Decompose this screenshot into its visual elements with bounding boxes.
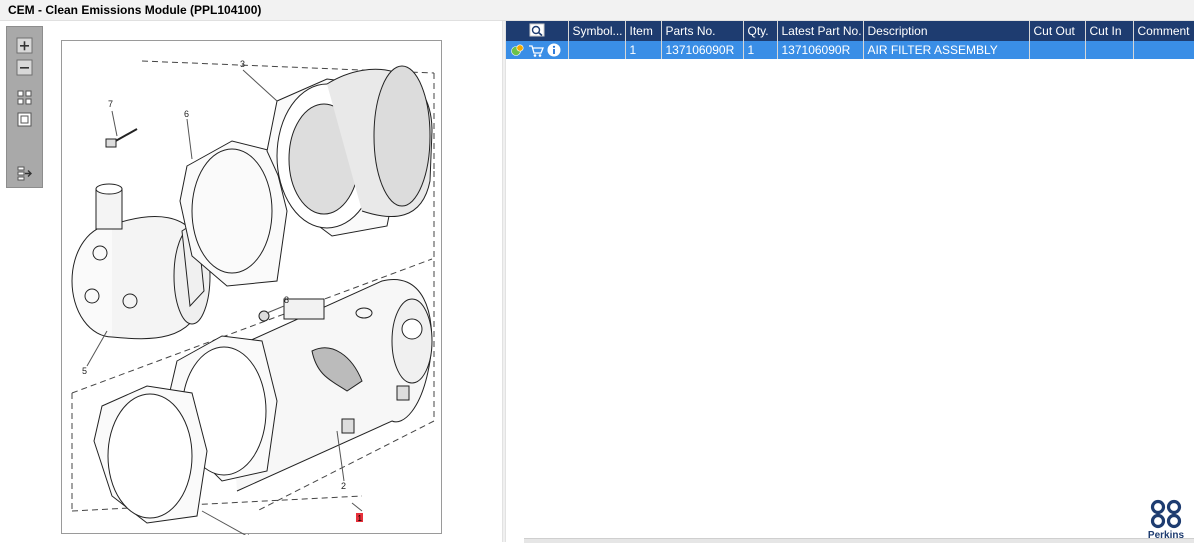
cell-cut-out — [1029, 41, 1086, 59]
col-header-symbol[interactable]: Symbol... — [568, 21, 626, 41]
diagram-canvas: 3 6 7 8 5 2 4 1 — [71, 59, 435, 535]
callout-4: 4 — [245, 533, 250, 535]
horizontal-scrollbar[interactable] — [524, 538, 1194, 543]
col-header-qty[interactable]: Qty. — [743, 21, 778, 41]
brand-name: Perkins — [1147, 530, 1185, 541]
window-title: CEM - Clean Emissions Module (PPL104100) — [8, 3, 262, 17]
export-list-icon[interactable] — [16, 165, 33, 182]
cell-latest-part-no: 137106090R — [777, 41, 864, 59]
zoom-out-icon[interactable] — [16, 59, 33, 76]
part-gasket-lower — [93, 385, 208, 524]
window-title-bar: CEM - Clean Emissions Module (PPL104100) — [0, 0, 1194, 21]
perkins-logo-mark — [1150, 499, 1182, 529]
exploded-diagram[interactable]: 3 6 7 8 5 2 4 1 — [61, 40, 442, 535]
col-header-comment[interactable]: Comment — [1133, 21, 1194, 41]
parts-table: Symbol... Item Parts No. Qty. Latest Par… — [506, 21, 1194, 59]
col-header-item[interactable]: Item — [625, 21, 662, 41]
perkins-logo: Perkins — [1146, 499, 1186, 541]
actual-size-icon[interactable] — [16, 111, 33, 128]
cell-parts-no: 137106090R — [661, 41, 744, 59]
zoom-in-icon[interactable] — [16, 37, 33, 54]
callout-6: 6 — [184, 109, 189, 119]
part-filter-element — [266, 65, 433, 237]
cell-cut-in — [1085, 41, 1134, 59]
col-header-latest-part-no[interactable]: Latest Part No. — [777, 21, 864, 41]
callout-1: 1 — [358, 514, 363, 523]
callout-3: 3 — [240, 59, 245, 69]
col-header-description[interactable]: Description — [863, 21, 1030, 41]
col-header-tools[interactable] — [506, 21, 569, 41]
table-row[interactable]: 1 137106090R 1 137106090R AIR FILTER ASS… — [506, 41, 1194, 59]
col-header-cut-out[interactable]: Cut Out — [1029, 21, 1086, 41]
cell-description: AIR FILTER ASSEMBLY — [863, 41, 1030, 59]
parts-tree-icon[interactable] — [511, 44, 524, 56]
cell-qty: 1 — [743, 41, 778, 59]
cart-icon[interactable] — [529, 45, 544, 57]
fit-view-icon[interactable] — [16, 89, 33, 106]
col-header-cut-in[interactable]: Cut In — [1085, 21, 1134, 41]
info-icon[interactable] — [547, 43, 561, 57]
row-actions — [506, 41, 569, 59]
table-header-row: Symbol... Item Parts No. Qty. Latest Par… — [506, 21, 1194, 41]
callout-5: 5 — [82, 366, 87, 376]
part-bolt — [105, 128, 138, 148]
cell-item: 1 — [625, 41, 662, 59]
callout-7: 7 — [108, 99, 113, 109]
column-chooser-icon[interactable] — [529, 23, 545, 37]
col-header-parts-no[interactable]: Parts No. — [661, 21, 744, 41]
cell-symbol — [568, 41, 626, 59]
parts-list-pane: Symbol... Item Parts No. Qty. Latest Par… — [506, 21, 1194, 543]
diagram-pane[interactable]: 3 6 7 8 5 2 4 1 — [0, 21, 502, 542]
callout-8: 8 — [284, 295, 289, 305]
cell-comment — [1133, 41, 1194, 59]
callout-2: 2 — [341, 481, 346, 491]
view-toolbox — [6, 26, 43, 188]
